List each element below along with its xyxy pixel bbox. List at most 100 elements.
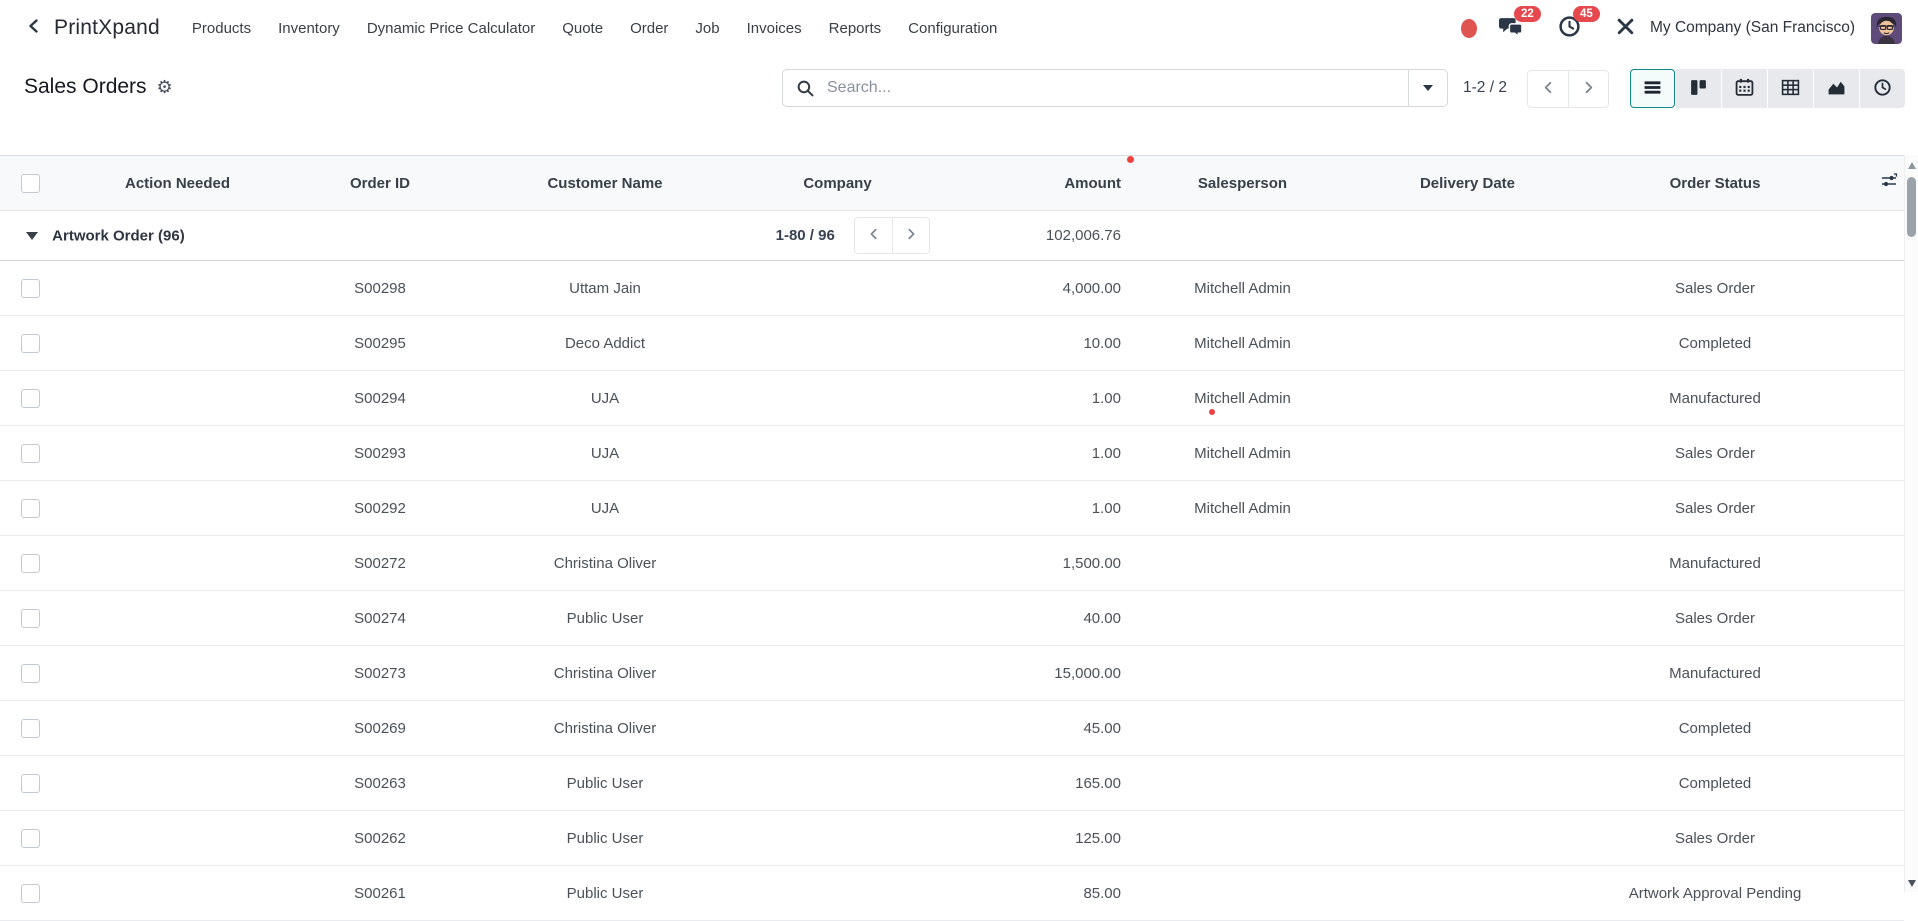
menu-configuration[interactable]: Configuration bbox=[908, 20, 997, 37]
activities-button[interactable]: 45 bbox=[1558, 5, 1600, 42]
order-id-cell: S00293 bbox=[295, 425, 465, 481]
column-header-action-needed[interactable]: Action Needed bbox=[60, 155, 295, 211]
column-header-order-status[interactable]: Order Status bbox=[1575, 155, 1855, 211]
company-switcher[interactable]: My Company (San Francisco) bbox=[1650, 19, 1855, 37]
scrollbar-thumb[interactable] bbox=[1907, 177, 1916, 237]
delivery-date-cell bbox=[1360, 645, 1575, 701]
scroll-up-arrow-icon[interactable] bbox=[1908, 162, 1916, 169]
row-select-cell bbox=[0, 425, 60, 481]
menu-job[interactable]: Job bbox=[695, 20, 719, 37]
order-id-cell: S00261 bbox=[295, 865, 465, 921]
row-select-cell bbox=[0, 535, 60, 591]
customer-name-cell: Christina Oliver bbox=[465, 700, 745, 756]
menu-inventory[interactable]: Inventory bbox=[278, 20, 340, 37]
menu-quote[interactable]: Quote bbox=[562, 20, 603, 37]
search-options-toggle[interactable] bbox=[1408, 70, 1447, 106]
scroll-down-arrow-icon[interactable] bbox=[1908, 880, 1916, 887]
row-checkbox[interactable] bbox=[20, 883, 40, 903]
column-header-company[interactable]: Company bbox=[745, 155, 930, 211]
row-checkbox[interactable] bbox=[20, 718, 40, 738]
salesperson-cell: Mitchell Admin bbox=[1125, 370, 1360, 426]
select-all-checkbox[interactable] bbox=[20, 173, 40, 193]
row-checkbox[interactable] bbox=[20, 498, 40, 518]
view-switch-kanban-button[interactable] bbox=[1676, 69, 1721, 108]
pager-previous-button[interactable] bbox=[1528, 71, 1568, 107]
row-checkbox[interactable] bbox=[20, 278, 40, 298]
menu-order[interactable]: Order bbox=[630, 20, 668, 37]
pivot-view-icon bbox=[1781, 78, 1800, 100]
table-row-s00273[interactable]: S00273 Christina Oliver 15,000.00 Manufa… bbox=[0, 645, 1904, 701]
table-row-s00295[interactable]: S00295 Deco Addict 10.00 Mitchell Admin … bbox=[0, 315, 1904, 371]
action-needed-cell bbox=[60, 260, 295, 316]
table-row-s00294[interactable]: S00294 UJA 1.00 Mitchell Admin Manufactu… bbox=[0, 370, 1904, 426]
view-switch-calendar-button[interactable] bbox=[1722, 69, 1767, 108]
amount-cell: 1.00 bbox=[930, 370, 1125, 426]
group-collapse-caret-icon[interactable] bbox=[26, 231, 38, 240]
column-header-delivery-date[interactable]: Delivery Date bbox=[1360, 155, 1575, 211]
table-row-s00269[interactable]: S00269 Christina Oliver 45.00 Completed bbox=[0, 700, 1904, 756]
order-status-cell: Manufactured bbox=[1575, 645, 1855, 701]
pager-next-button[interactable] bbox=[1568, 71, 1608, 107]
row-checkbox[interactable] bbox=[20, 388, 40, 408]
column-header-order-id[interactable]: Order ID bbox=[295, 155, 465, 211]
menu-dynamic-price-calculator[interactable]: Dynamic Price Calculator bbox=[367, 20, 535, 37]
amount-cell: 125.00 bbox=[930, 810, 1125, 866]
back-button[interactable] bbox=[26, 18, 42, 38]
table-row-s00298[interactable]: S00298 Uttam Jain 4,000.00 Mitchell Admi… bbox=[0, 260, 1904, 316]
customer-name-cell: Public User bbox=[465, 865, 745, 921]
menu-reports[interactable]: Reports bbox=[829, 20, 882, 37]
vertical-scrollbar[interactable] bbox=[1904, 155, 1918, 892]
company-cell bbox=[745, 810, 930, 866]
row-select-cell bbox=[0, 645, 60, 701]
crossed-tools-icon bbox=[1615, 16, 1636, 41]
row-checkbox[interactable] bbox=[20, 333, 40, 353]
messages-button[interactable]: 22 bbox=[1498, 5, 1541, 42]
gear-icon[interactable]: ⚙ bbox=[157, 78, 173, 96]
user-tools-button[interactable] bbox=[1615, 16, 1636, 41]
column-header-customer-name[interactable]: Customer Name bbox=[465, 155, 745, 211]
column-header-amount[interactable]: Amount bbox=[930, 155, 1125, 211]
row-checkbox[interactable] bbox=[20, 663, 40, 683]
column-header-salesperson[interactable]: Salesperson bbox=[1125, 155, 1360, 211]
delivery-date-cell bbox=[1360, 315, 1575, 371]
table-row-s00263[interactable]: S00263 Public User 165.00 Completed bbox=[0, 755, 1904, 811]
row-checkbox[interactable] bbox=[20, 828, 40, 848]
group-previous-button[interactable] bbox=[855, 218, 892, 253]
customer-name-cell: Uttam Jain bbox=[465, 260, 745, 316]
table-row-s00261[interactable]: S00261 Public User 85.00 Artwork Approva… bbox=[0, 865, 1904, 921]
search-input[interactable] bbox=[825, 78, 1408, 98]
table-row-s00292[interactable]: S00292 UJA 1.00 Mitchell Admin Sales Ord… bbox=[0, 480, 1904, 536]
view-switch-activity-button[interactable] bbox=[1860, 69, 1905, 108]
view-switch-graph-button[interactable] bbox=[1814, 69, 1859, 108]
company-cell bbox=[745, 535, 930, 591]
delivery-date-cell bbox=[1360, 260, 1575, 316]
amount-cell: 85.00 bbox=[930, 865, 1125, 921]
order-id-cell: S00295 bbox=[295, 315, 465, 371]
group-amount-sum: 102,006.76 bbox=[930, 210, 1125, 261]
table-row-s00272[interactable]: S00272 Christina Oliver 1,500.00 Manufac… bbox=[0, 535, 1904, 591]
row-checkbox[interactable] bbox=[20, 443, 40, 463]
row-checkbox[interactable] bbox=[20, 553, 40, 573]
amount-cell: 1.00 bbox=[930, 425, 1125, 481]
menu-invoices[interactable]: Invoices bbox=[747, 20, 802, 37]
view-switch-list-button[interactable] bbox=[1630, 69, 1675, 108]
table-row-s00274[interactable]: S00274 Public User 40.00 Sales Order bbox=[0, 590, 1904, 646]
app-brand[interactable]: PrintXpand bbox=[54, 16, 160, 40]
group-row-artwork-order[interactable]: Artwork Order (96) 1-80 / 96 102,006.76 bbox=[0, 210, 1904, 261]
company-cell bbox=[745, 480, 930, 536]
row-select-cell bbox=[0, 260, 60, 316]
table-row-s00262[interactable]: S00262 Public User 125.00 Sales Order bbox=[0, 810, 1904, 866]
row-select-cell bbox=[0, 755, 60, 811]
order-id-cell: S00274 bbox=[295, 590, 465, 646]
table-row-s00293[interactable]: S00293 UJA 1.00 Mitchell Admin Sales Ord… bbox=[0, 425, 1904, 481]
row-checkbox[interactable] bbox=[20, 608, 40, 628]
customer-name-cell: UJA bbox=[465, 425, 745, 481]
group-next-button[interactable] bbox=[892, 218, 929, 253]
row-checkbox[interactable] bbox=[20, 773, 40, 793]
menu-products[interactable]: Products bbox=[192, 20, 251, 37]
sliders-icon[interactable] bbox=[1880, 173, 1898, 194]
user-avatar[interactable] bbox=[1871, 12, 1902, 44]
view-switch-pivot-button[interactable] bbox=[1768, 69, 1813, 108]
amount-cell: 1.00 bbox=[930, 480, 1125, 536]
salesperson-cell bbox=[1125, 700, 1360, 756]
